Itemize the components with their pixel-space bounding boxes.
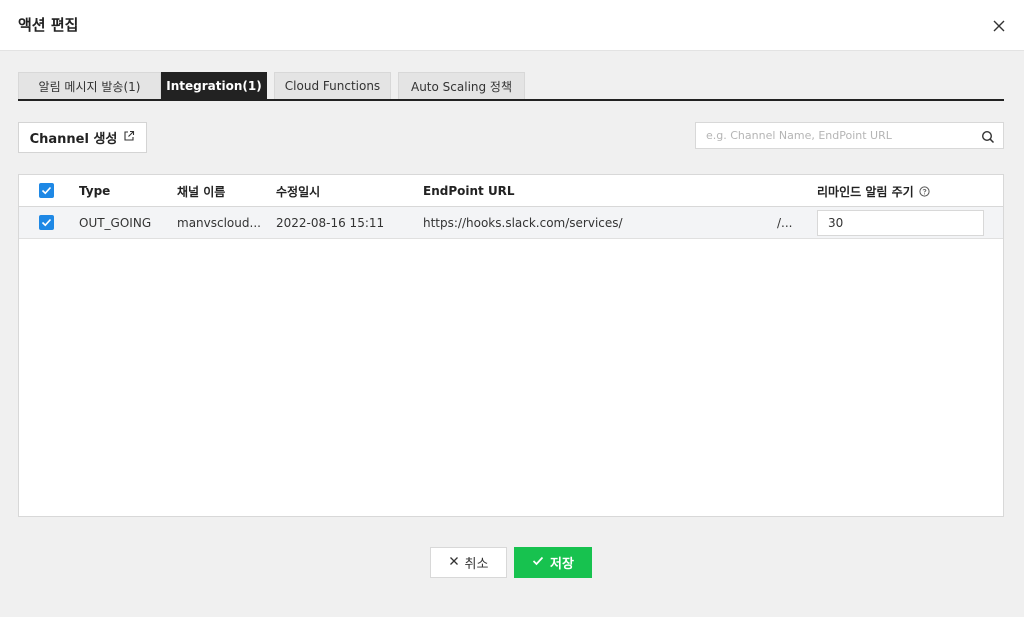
tab-alert-message[interactable]: 알림 메시지 발송(1)	[18, 72, 161, 99]
create-channel-label: Channel 생성	[29, 132, 118, 147]
table-row[interactable]: OUT_GOING manvscloud... 2022-08-16 15:11…	[19, 207, 1003, 239]
search-input[interactable]	[696, 123, 976, 148]
help-icon[interactable]	[919, 185, 930, 197]
save-label: 저장	[550, 557, 574, 572]
remind-interval-input[interactable]	[817, 210, 984, 236]
column-remind-label: 리마인드 알림 주기	[817, 184, 914, 199]
row-endpoint-url: https://hooks.slack.com/services/	[423, 216, 623, 230]
column-channel-name: 채널 이름	[177, 184, 226, 199]
column-endpoint-url: EndPoint URL	[423, 184, 515, 198]
edit-action-modal: 액션 편집 알림 메시지 발송(1) Integration(1) Cloud …	[0, 0, 1024, 617]
save-button[interactable]: 저장	[514, 547, 592, 578]
row-type: OUT_GOING	[79, 216, 152, 230]
tab-auto-scaling[interactable]: Auto Scaling 정책	[398, 72, 525, 99]
external-link-icon	[123, 130, 135, 146]
cancel-button[interactable]: 취소	[430, 547, 507, 578]
check-icon	[532, 555, 544, 570]
modal-header: 액션 편집	[0, 0, 1024, 51]
search-icon[interactable]	[981, 129, 995, 144]
tab-cloud-functions[interactable]: Cloud Functions	[274, 72, 391, 99]
row-checkbox[interactable]	[39, 215, 54, 230]
create-channel-button[interactable]: Channel 생성	[18, 122, 147, 153]
action-tabs: 알림 메시지 발송(1) Integration(1) Cloud Functi…	[18, 72, 1004, 101]
integration-table: Type 채널 이름 수정일시 EndPoint URL 리마인드 알림 주기 …	[18, 174, 1004, 517]
column-modified: 수정일시	[276, 184, 321, 199]
row-endpoint-url-tail: /...	[777, 216, 793, 230]
cancel-label: 취소	[464, 557, 489, 572]
modal-title: 액션 편집	[18, 16, 79, 34]
table-header: Type 채널 이름 수정일시 EndPoint URL 리마인드 알림 주기	[19, 175, 1003, 207]
row-modified: 2022-08-16 15:11	[276, 216, 385, 230]
row-channel-name: manvscloud...	[177, 216, 261, 230]
column-type: Type	[79, 184, 111, 198]
tab-integration[interactable]: Integration(1)	[161, 72, 267, 99]
column-remind-interval: 리마인드 알림 주기	[817, 175, 930, 207]
close-icon[interactable]	[990, 17, 1008, 35]
close-icon	[449, 555, 459, 570]
search-box	[695, 122, 1004, 149]
select-all-checkbox[interactable]	[39, 183, 54, 198]
